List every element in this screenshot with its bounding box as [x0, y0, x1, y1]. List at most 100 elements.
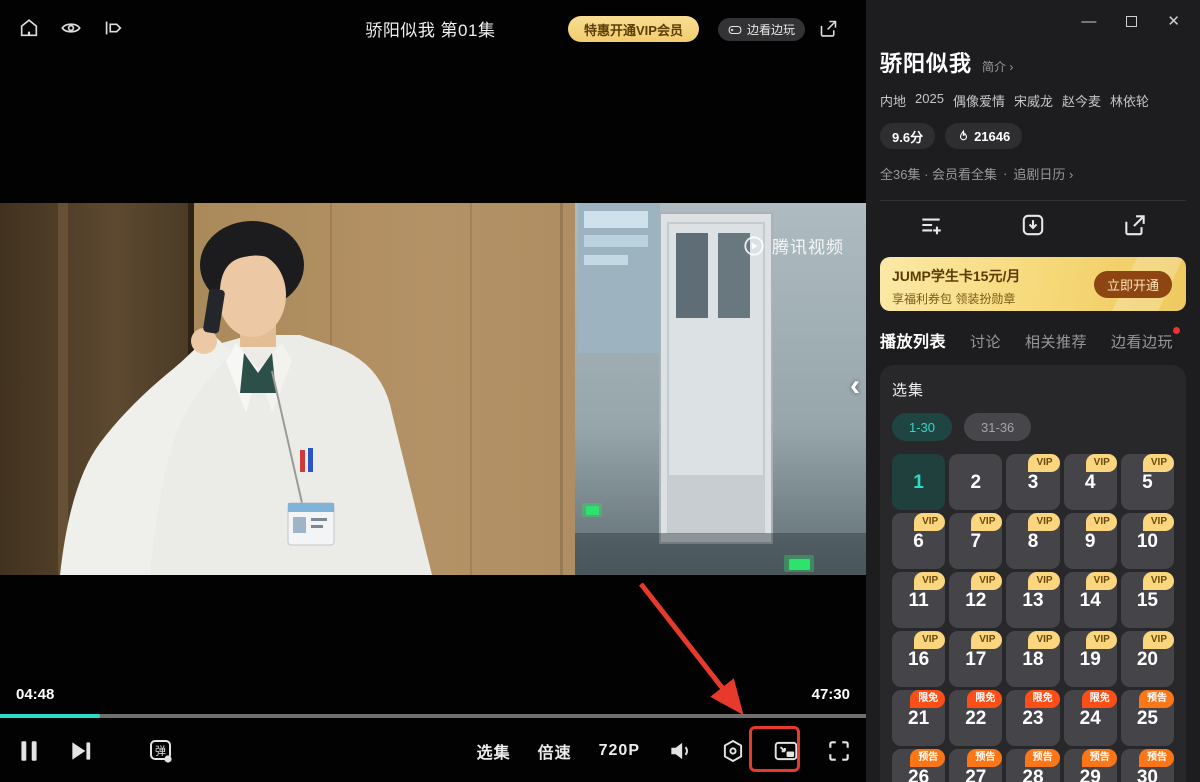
- episode-tile-13[interactable]: 13VIP: [1006, 572, 1059, 628]
- episode-tile-11[interactable]: 11VIP: [892, 572, 945, 628]
- episode-badge-preview: 预告: [1082, 749, 1117, 767]
- home-icon[interactable]: [18, 17, 40, 39]
- episode-number: 24: [1080, 708, 1101, 730]
- episode-tile-15[interactable]: 15VIP: [1121, 572, 1174, 628]
- episode-tile-9[interactable]: 9VIP: [1064, 513, 1117, 569]
- episode-tile-24[interactable]: 24限免: [1064, 690, 1117, 746]
- episode-number: 5: [1142, 472, 1153, 494]
- episode-tile-16[interactable]: 16VIP: [892, 631, 945, 687]
- chevron-left-icon[interactable]: ‹: [850, 371, 860, 401]
- flame-icon: [957, 129, 970, 143]
- pause-button[interactable]: [16, 738, 42, 764]
- video-player: 骄阳似我 第01集 特惠开通VIP会员 边看边玩: [0, 0, 866, 782]
- window-maximize-icon[interactable]: [1126, 16, 1137, 27]
- episode-tile-19[interactable]: 19VIP: [1064, 631, 1117, 687]
- episode-badge-vip: VIP: [971, 513, 1002, 531]
- episode-tile-20[interactable]: 20VIP: [1121, 631, 1174, 687]
- episode-tile-17[interactable]: 17VIP: [949, 631, 1002, 687]
- tag[interactable]: 偶像爱情: [953, 91, 1005, 110]
- episode-tile-6[interactable]: 6VIP: [892, 513, 945, 569]
- episode-tile-23[interactable]: 23限免: [1006, 690, 1059, 746]
- episode-tile-14[interactable]: 14VIP: [1064, 572, 1117, 628]
- episode-select-button[interactable]: 选集: [477, 739, 511, 763]
- eye-icon[interactable]: [60, 17, 82, 39]
- episode-tile-12[interactable]: 12VIP: [949, 572, 1002, 628]
- episode-badge-vip: VIP: [1143, 454, 1174, 472]
- episode-badge-vip: VIP: [1028, 454, 1059, 472]
- student-card-banner[interactable]: JUMP学生卡15元/月 享福利券包 领装扮勋章 立即开通: [880, 257, 1186, 311]
- episode-badge-vip: VIP: [1086, 513, 1117, 531]
- episode-badge-preview: 预告: [1139, 749, 1174, 767]
- episode-tile-8[interactable]: 8VIP: [1006, 513, 1059, 569]
- intro-link[interactable]: 简介 ›: [982, 58, 1013, 75]
- episode-number: 27: [965, 767, 986, 782]
- tab-discussion[interactable]: 讨论: [970, 331, 1001, 352]
- download-icon[interactable]: [1020, 212, 1046, 238]
- episode-tile-22[interactable]: 22限免: [949, 690, 1002, 746]
- episode-tile-28[interactable]: 28预告: [1006, 749, 1059, 782]
- episode-tile-26[interactable]: 26预告: [892, 749, 945, 782]
- episode-number: 4: [1085, 472, 1096, 494]
- episode-tile-10[interactable]: 10VIP: [1121, 513, 1174, 569]
- share-icon[interactable]: [818, 18, 839, 39]
- open-vip-button[interactable]: 特惠开通VIP会员: [568, 16, 699, 42]
- watch-and-play-button[interactable]: 边看边玩: [718, 18, 805, 41]
- tab-playlist[interactable]: 播放列表: [880, 328, 946, 352]
- episode-badge-vip: VIP: [1028, 572, 1059, 590]
- episode-badge-vip: VIP: [1143, 513, 1174, 531]
- episode-number: 3: [1028, 472, 1039, 494]
- episode-tile-3[interactable]: 3VIP: [1006, 454, 1059, 510]
- fullscreen-button[interactable]: [826, 738, 852, 764]
- episode-tile-5[interactable]: 5VIP: [1121, 454, 1174, 510]
- tag[interactable]: 2025: [915, 91, 944, 110]
- episode-tile-1[interactable]: 1: [892, 454, 945, 510]
- video-title: 骄阳似我 第01集: [365, 16, 495, 41]
- share-icon[interactable]: [1122, 212, 1148, 238]
- episode-tile-30[interactable]: 30预告: [1121, 749, 1174, 782]
- episode-tile-4[interactable]: 4VIP: [1064, 454, 1117, 510]
- playback-speed-button[interactable]: 倍速: [538, 739, 572, 763]
- tab-watch-and-play[interactable]: 边看边玩: [1111, 331, 1173, 352]
- episode-tile-29[interactable]: 29预告: [1064, 749, 1117, 782]
- progress-bar[interactable]: [0, 714, 866, 718]
- episode-number: 9: [1085, 531, 1096, 553]
- episode-tile-2[interactable]: 2: [949, 454, 1002, 510]
- tag[interactable]: 内地: [880, 91, 906, 110]
- tab-recommendations[interactable]: 相关推荐: [1025, 331, 1087, 352]
- episode-ranges: 1-30 31-36: [892, 413, 1174, 441]
- tag[interactable]: 林依轮: [1110, 91, 1149, 110]
- episode-badge-vip: VIP: [1143, 572, 1174, 590]
- episode-number: 10: [1137, 531, 1158, 553]
- window-close-icon[interactable]: ✕: [1167, 14, 1180, 36]
- settings-icon[interactable]: [720, 738, 746, 764]
- episode-tile-25[interactable]: 25预告: [1121, 690, 1174, 746]
- episode-tile-7[interactable]: 7VIP: [949, 513, 1002, 569]
- episode-badge-limited: 限免: [1025, 690, 1060, 708]
- gamepad-icon: [728, 24, 742, 36]
- episode-tile-18[interactable]: 18VIP: [1006, 631, 1059, 687]
- video-frame[interactable]: 腾讯视频 ‹: [0, 203, 866, 575]
- episode-number: 26: [908, 767, 929, 782]
- quality-button[interactable]: 720P: [599, 742, 640, 760]
- rating-badge: 9.6分: [880, 123, 935, 149]
- episode-number: 11: [909, 590, 929, 612]
- range-1-30[interactable]: 1-30: [892, 413, 952, 441]
- playlist-add-icon[interactable]: [918, 212, 944, 238]
- action-icons-row: [880, 201, 1186, 249]
- pip-button[interactable]: [773, 738, 799, 764]
- next-episode-button[interactable]: [68, 738, 94, 764]
- window-minimize-icon[interactable]: —: [1081, 14, 1096, 36]
- tag[interactable]: 宋威龙: [1014, 91, 1053, 110]
- episode-tile-21[interactable]: 21限免: [892, 690, 945, 746]
- video-scene: [0, 203, 866, 575]
- calendar-link[interactable]: 追剧日历 ›: [1013, 164, 1073, 183]
- pin-icon[interactable]: [102, 17, 124, 39]
- episode-number: 6: [913, 531, 924, 553]
- danmaku-toggle-button[interactable]: 弹: [148, 738, 174, 764]
- tag[interactable]: 赵今麦: [1062, 91, 1101, 110]
- banner-open-button[interactable]: 立即开通: [1094, 271, 1172, 298]
- volume-icon[interactable]: [667, 738, 693, 764]
- episode-tile-27[interactable]: 27预告: [949, 749, 1002, 782]
- episode-number: 17: [965, 649, 986, 671]
- range-31-36[interactable]: 31-36: [964, 413, 1031, 441]
